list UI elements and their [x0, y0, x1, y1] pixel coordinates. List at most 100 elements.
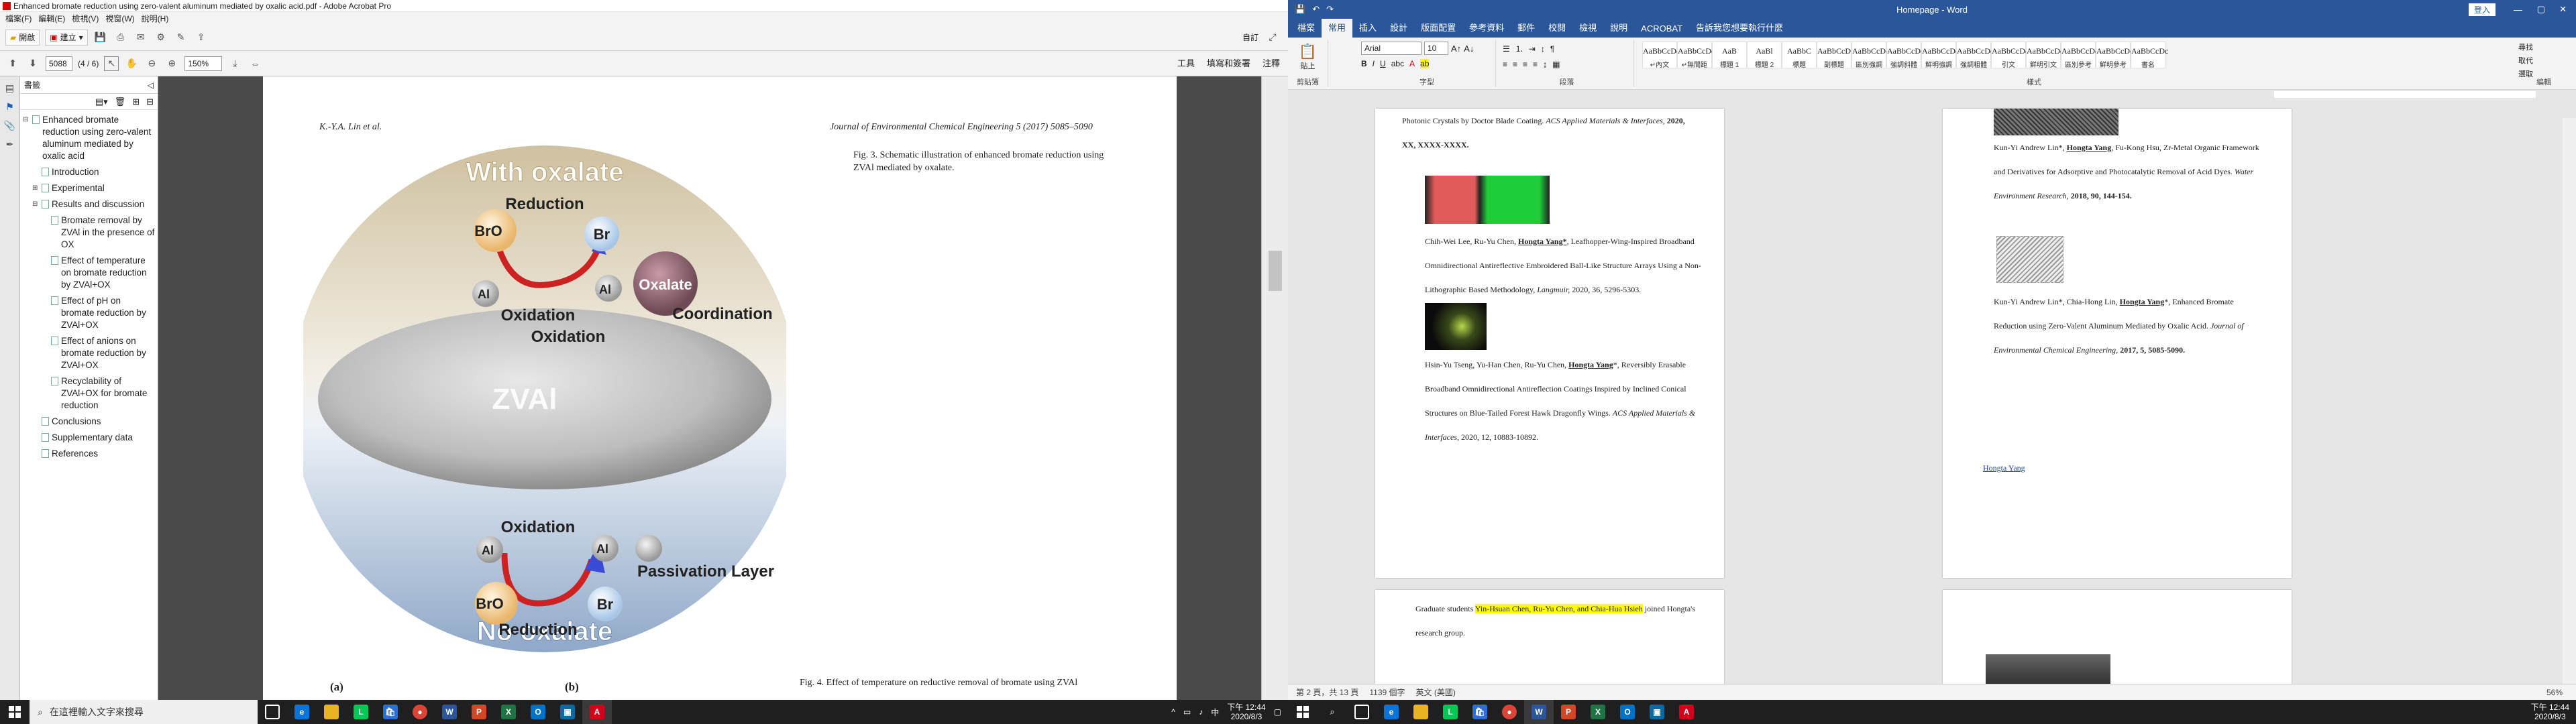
font-name-select[interactable]: Arial — [1361, 42, 1421, 55]
paste-button[interactable]: 📋 貼上 — [1288, 40, 1328, 71]
tab-acrobat[interactable]: ACROBAT — [1634, 21, 1689, 38]
maximize-icon[interactable]: ▢ — [2537, 4, 2545, 15]
task-view-icon[interactable] — [1347, 700, 1377, 724]
find-button[interactable]: 尋找 — [2517, 40, 2571, 54]
shrink-font-icon[interactable]: A↓ — [1464, 44, 1474, 54]
chevron-up-icon[interactable]: ^ — [1171, 707, 1175, 717]
volume-icon[interactable]: ♪ — [1199, 707, 1203, 717]
grow-font-icon[interactable]: A↑ — [1451, 44, 1461, 54]
prev-page-icon[interactable]: ⬆ — [5, 56, 20, 71]
select-tool-icon[interactable]: ↖ — [104, 56, 119, 71]
search-icon[interactable]: ⌕ — [1318, 700, 1347, 724]
bookmark-item[interactable]: Bromate removal by ZVAl in the presence … — [23, 215, 155, 251]
tab-file[interactable]: 檔案 — [1291, 18, 1322, 38]
create-button[interactable]: ▣ 建立 ▾ — [45, 29, 88, 46]
clock[interactable]: 下午 12:44 2020/8/3 — [2531, 703, 2569, 721]
align-right-icon[interactable]: ≡ — [1523, 60, 1527, 69]
ime-icon[interactable]: 中 — [1211, 707, 1219, 718]
explorer-icon[interactable] — [1406, 700, 1436, 724]
edge-icon[interactable]: e — [1377, 700, 1406, 724]
page-count-status[interactable]: 第 2 頁，共 13 頁 — [1296, 686, 1358, 698]
zoom-out-icon[interactable]: ⊖ — [144, 56, 159, 71]
signatures-icon[interactable]: ✒ — [3, 137, 17, 152]
task-view-icon[interactable] — [258, 700, 287, 724]
font-size-select[interactable]: 10 — [1424, 42, 1448, 55]
style-12[interactable]: AaBbCcDc 區別參考 — [2061, 42, 2098, 69]
menu-window[interactable]: 視窗(W) — [105, 13, 134, 24]
style-6[interactable]: AaBbCcDc 區別強調 — [1851, 42, 1889, 69]
line-icon[interactable]: L — [346, 700, 376, 724]
borders-icon[interactable]: ▦ — [1552, 60, 1560, 69]
taskbar-search[interactable]: ⌕ 在這裡輸入文字來搜尋 — [30, 700, 258, 724]
zoom-in-icon[interactable]: ⊕ — [164, 56, 179, 71]
tab-insert[interactable]: 插入 — [1352, 18, 1383, 38]
chrome-icon[interactable]: ● — [405, 700, 435, 724]
excel-icon[interactable]: X — [1583, 700, 1613, 724]
highlight-icon[interactable]: ab — [1420, 59, 1430, 68]
pilcrow-icon[interactable]: ¶ — [1550, 44, 1554, 54]
align-left-icon[interactable]: ≡ — [1503, 60, 1507, 69]
tab-review[interactable]: 校閱 — [1542, 18, 1572, 38]
bookmark-item[interactable]: Introduction — [23, 166, 155, 178]
style-9[interactable]: AaBbCcDc 強調粗體 — [1956, 42, 1994, 69]
page-thumbnails-icon[interactable]: ▤ — [3, 80, 17, 95]
zoom-level[interactable]: 56% — [2546, 688, 2563, 697]
delete-bookmark-icon[interactable]: 🗑 — [115, 97, 126, 107]
word-taskbar-icon[interactable]: W — [1524, 700, 1554, 724]
menu-view[interactable]: 檢視(V) — [72, 13, 99, 24]
tab-layout[interactable]: 版面配置 — [1414, 18, 1462, 38]
language-status[interactable]: 英文 (美國) — [1416, 686, 1456, 698]
bookmark-item[interactable]: Effect of anions on bromate reduction by… — [23, 335, 155, 371]
excel-icon[interactable]: X — [494, 700, 523, 724]
line-spacing-icon[interactable]: ↨ — [1543, 60, 1547, 69]
style-13[interactable]: AaBbCcDc 鮮明參考 — [2096, 42, 2133, 69]
style-8[interactable]: AaBbCcDc 鮮明強調 — [1921, 42, 1959, 69]
bookmark-item[interactable]: Recyclability of ZVAl+OX for bromate red… — [23, 375, 155, 412]
comment-icon[interactable]: ✎ — [174, 30, 189, 45]
close-panel-icon[interactable]: ◁ — [148, 80, 154, 90]
expand-icon[interactable]: ⤢ — [1265, 30, 1280, 45]
powerpoint-icon[interactable]: P — [1554, 700, 1583, 724]
word-taskbar-icon[interactable]: W — [435, 700, 464, 724]
underline-icon[interactable]: U — [1380, 59, 1386, 68]
bookmark-item[interactable]: Effect of pH on bromate reduction by ZVA… — [23, 295, 155, 331]
bookmark-item[interactable]: Effect of temperature on bromate reducti… — [23, 255, 155, 291]
attachments-icon[interactable]: 📎 — [3, 118, 17, 133]
store-icon[interactable]: 🛍 — [376, 700, 405, 724]
italic-icon[interactable]: I — [1373, 59, 1375, 68]
redo-icon[interactable]: ↷ — [1326, 4, 1334, 15]
print-icon[interactable]: ⎙ — [113, 30, 128, 45]
customize-button[interactable]: 自訂 — [1242, 32, 1258, 43]
save-icon[interactable]: 💾 — [1295, 4, 1305, 15]
line-icon[interactable]: L — [1436, 700, 1465, 724]
comments-button[interactable]: 注釋 — [1263, 56, 1280, 69]
justify-icon[interactable]: ≡ — [1533, 60, 1538, 69]
network-icon[interactable]: ▭ — [1183, 707, 1191, 717]
bookmark-item[interactable]: References — [23, 448, 155, 460]
page-number-input[interactable]: 5088 — [46, 56, 72, 71]
sort-icon[interactable]: ↕ — [1541, 44, 1545, 54]
style-5[interactable]: AaBbCcD 副標題 — [1817, 42, 1851, 69]
outlook-icon[interactable]: O — [523, 700, 553, 724]
word-count-status[interactable]: 1139 個字 — [1369, 686, 1405, 698]
email-icon[interactable]: ✉ — [133, 30, 148, 45]
replace-button[interactable]: 取代 — [2517, 54, 2571, 67]
numbering-icon[interactable]: ⒈ — [1515, 43, 1523, 54]
tools-pane-button[interactable]: 工具 — [1177, 56, 1195, 69]
bookmark-item[interactable]: Supplementary data — [23, 432, 155, 444]
bullets-icon[interactable]: ☰ — [1503, 44, 1510, 54]
bookmarks-icon[interactable]: ⚑ — [3, 99, 17, 114]
minimize-icon[interactable]: — — [2514, 5, 2522, 15]
tab-mailings[interactable]: 郵件 — [1511, 18, 1542, 38]
menu-file[interactable]: 檔案(F) — [5, 13, 32, 24]
zoom-input[interactable]: 150% — [184, 56, 223, 71]
bookmark-item[interactable]: Conclusions — [23, 416, 155, 428]
align-center-icon[interactable]: ≡ — [1513, 60, 1517, 69]
fill-sign-button[interactable]: 填寫和簽署 — [1207, 56, 1250, 69]
style-11[interactable]: AaBbCcDc 鮮明引文 — [2026, 42, 2063, 69]
hand-tool-icon[interactable]: ✋ — [124, 56, 139, 71]
save-icon[interactable]: 💾 — [93, 30, 108, 45]
font-color-icon[interactable]: A — [1409, 59, 1415, 68]
indent-icon[interactable]: ⇥ — [1529, 44, 1536, 54]
word-scrollbar[interactable] — [2563, 118, 2576, 684]
